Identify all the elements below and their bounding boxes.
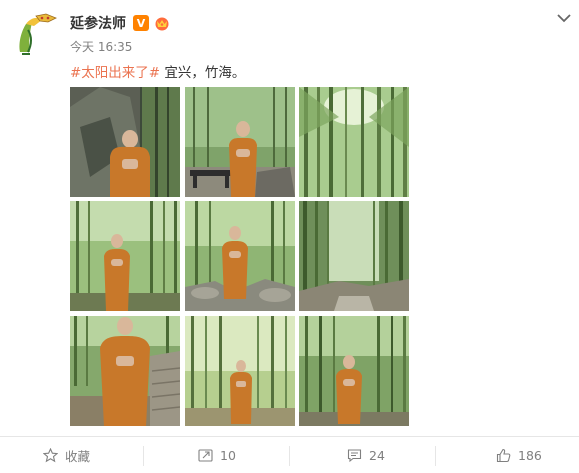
like-button[interactable]: 186 [496, 437, 542, 473]
repost-count: 10 [220, 448, 236, 463]
photo-grid [70, 87, 410, 426]
author-avatar[interactable] [12, 12, 58, 58]
photo-3[interactable] [299, 87, 409, 197]
comment-count: 24 [369, 448, 385, 463]
action-divider [143, 446, 144, 466]
comment-button[interactable]: 24 [347, 437, 385, 473]
repost-icon [198, 449, 213, 462]
weibo-post-card: 延参法师 V 今天 16:35 #太阳出来了# 宜兴，竹海。 收藏 10 24 … [0, 0, 579, 473]
post-timestamp[interactable]: 今天 16:35 [70, 38, 132, 55]
verified-badge: V [133, 15, 149, 31]
photo-9[interactable] [299, 316, 409, 426]
favorite-button[interactable]: 收藏 [43, 437, 90, 473]
thumbs-up-icon [496, 448, 511, 463]
post-text: #太阳出来了# 宜兴，竹海。 [70, 61, 245, 81]
action-divider [435, 446, 436, 466]
like-count: 186 [518, 448, 542, 463]
action-bar: 收藏 10 24 186 [0, 436, 579, 473]
comment-icon [347, 449, 362, 463]
favorite-label: 收藏 [65, 449, 91, 464]
hashtag-link[interactable]: #太阳出来了# [70, 65, 160, 81]
star-icon [43, 448, 58, 463]
photo-4[interactable] [70, 201, 180, 311]
chevron-down-icon[interactable] [556, 9, 572, 23]
author-name[interactable]: 延参法师 [70, 13, 126, 33]
photo-2[interactable] [185, 87, 295, 197]
photo-5[interactable] [185, 201, 295, 311]
photo-6[interactable] [299, 201, 409, 311]
post-body-text: 宜兴，竹海。 [160, 65, 246, 81]
photo-8[interactable] [185, 316, 295, 426]
photo-7[interactable] [70, 316, 180, 426]
photo-1[interactable] [70, 87, 180, 197]
repost-button[interactable]: 10 [198, 437, 236, 473]
crown-icon [153, 15, 171, 31]
action-divider [289, 446, 290, 466]
